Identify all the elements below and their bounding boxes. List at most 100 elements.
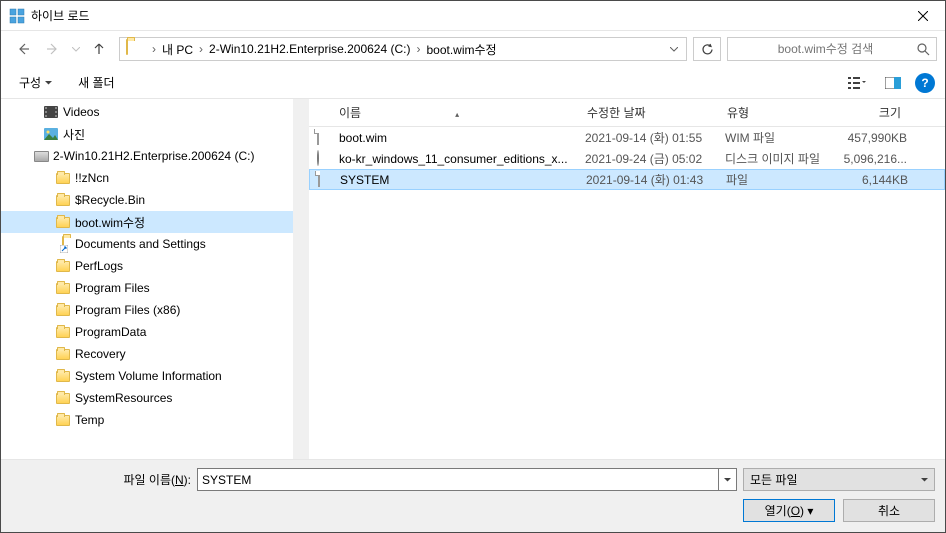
history-dropdown[interactable] — [69, 35, 83, 63]
tree-item[interactable]: Temp — [1, 409, 293, 431]
folder-icon — [126, 40, 144, 58]
file-name: ko-kr_windows_11_consumer_editions_x... — [339, 152, 585, 166]
tree-item[interactable]: 2-Win10.21H2.Enterprise.200624 (C:) — [1, 145, 293, 167]
file-size: 6,144KB — [826, 173, 916, 187]
file-icon — [318, 172, 334, 188]
file-date: 2021-09-14 (화) 01:55 — [585, 129, 725, 146]
close-button[interactable] — [900, 1, 945, 30]
chevron-right-icon[interactable]: › — [412, 42, 424, 56]
tree-label: Temp — [75, 413, 104, 427]
file-type: WIM 파일 — [725, 129, 825, 146]
column-size[interactable]: 크기 — [819, 104, 909, 121]
filetype-select[interactable]: 모든 파일 — [743, 468, 935, 491]
file-name: SYSTEM — [340, 173, 586, 187]
address-bar[interactable]: › 내 PC › 2-Win10.21H2.Enterprise.200624 … — [119, 37, 687, 61]
tree-item[interactable]: System Volume Information — [1, 365, 293, 387]
tree-item[interactable]: Recovery — [1, 343, 293, 365]
file-row[interactable]: boot.wim2021-09-14 (화) 01:55WIM 파일457,99… — [309, 127, 945, 148]
window-title: 하이브 로드 — [31, 7, 900, 24]
file-date: 2021-09-14 (화) 01:43 — [586, 171, 726, 188]
drive-icon — [33, 148, 49, 164]
tree-item[interactable]: !!zNcn — [1, 167, 293, 189]
video-icon — [43, 104, 59, 120]
disc-icon — [317, 151, 333, 167]
file-size: 457,990KB — [825, 131, 915, 145]
tree-label: System Volume Information — [75, 369, 222, 383]
column-type[interactable]: 유형 — [719, 104, 819, 121]
folder-icon — [55, 280, 71, 296]
tree-label: boot.wim수정 — [75, 214, 145, 231]
view-options-button[interactable] — [843, 71, 871, 95]
crumb-drive[interactable]: 2-Win10.21H2.Enterprise.200624 (C:) — [207, 42, 412, 56]
file-type: 디스크 이미지 파일 — [725, 150, 825, 167]
folder-icon — [55, 258, 71, 274]
tree-label: Program Files — [75, 281, 150, 295]
up-button[interactable] — [85, 35, 113, 63]
column-headers: 이름▴ 수정한 날짜 유형 크기 — [309, 99, 945, 127]
file-size: 5,096,216... — [825, 152, 915, 166]
file-row[interactable]: ko-kr_windows_11_consumer_editions_x...2… — [309, 148, 945, 169]
tree-item[interactable]: Program Files (x86) — [1, 299, 293, 321]
tree-label: $Recycle.Bin — [75, 193, 145, 207]
chevron-right-icon[interactable]: › — [148, 42, 160, 56]
folder-icon — [55, 302, 71, 318]
chevron-right-icon[interactable]: › — [195, 42, 207, 56]
folder-icon — [55, 390, 71, 406]
tree-item[interactable]: boot.wim수정 — [1, 211, 293, 233]
app-icon — [9, 8, 25, 24]
organize-menu[interactable]: 구성 — [11, 70, 60, 95]
tree-item[interactable]: Documents and Settings — [1, 233, 293, 255]
tree-label: PerfLogs — [75, 259, 123, 273]
breadcrumb: › 내 PC › 2-Win10.21H2.Enterprise.200624 … — [148, 41, 664, 58]
refresh-button[interactable] — [693, 37, 721, 61]
tree-label: Recovery — [75, 347, 126, 361]
tree-label: Documents and Settings — [75, 237, 206, 251]
tree-label: ProgramData — [75, 325, 146, 339]
tree-item[interactable]: Videos — [1, 101, 293, 123]
folder-icon — [55, 214, 71, 230]
search-input[interactable] — [734, 42, 917, 56]
search-box[interactable] — [727, 37, 937, 61]
tree-item[interactable]: 사진 — [1, 123, 293, 145]
tree-label: Videos — [63, 105, 99, 119]
filename-label: 파일 이름(N): — [11, 471, 191, 488]
tree-item[interactable]: SystemResources — [1, 387, 293, 409]
tree-label: 2-Win10.21H2.Enterprise.200624 (C:) — [53, 149, 254, 163]
back-button[interactable] — [9, 35, 37, 63]
open-button[interactable]: 열기(O) ▾ — [743, 499, 835, 522]
file-list: 이름▴ 수정한 날짜 유형 크기 boot.wim2021-09-14 (화) … — [309, 99, 945, 459]
file-row[interactable]: SYSTEM2021-09-14 (화) 01:43파일6,144KB — [309, 169, 945, 190]
folder-icon — [55, 368, 71, 384]
filename-input[interactable] — [197, 468, 719, 491]
file-date: 2021-09-24 (금) 05:02 — [585, 150, 725, 167]
crumb-folder[interactable]: boot.wim수정 — [424, 41, 498, 58]
file-type: 파일 — [726, 171, 826, 188]
scrollbar[interactable] — [293, 99, 309, 459]
folder-icon — [55, 192, 71, 208]
footer: 파일 이름(N): 모든 파일 열기(O) ▾ 취소 — [1, 459, 945, 532]
cancel-button[interactable]: 취소 — [843, 499, 935, 522]
new-folder-button[interactable]: 새 폴더 — [70, 70, 122, 95]
tree-label: Program Files (x86) — [75, 303, 180, 317]
tree-label: SystemResources — [75, 391, 172, 405]
preview-pane-button[interactable] — [879, 71, 907, 95]
folder-icon — [55, 346, 71, 362]
filename-dropdown[interactable] — [719, 468, 737, 491]
tree-item[interactable]: Program Files — [1, 277, 293, 299]
tree-item[interactable]: PerfLogs — [1, 255, 293, 277]
tree-item[interactable]: ProgramData — [1, 321, 293, 343]
column-date[interactable]: 수정한 날짜 — [579, 104, 719, 121]
navigation-tree[interactable]: Videos 사진 2-Win10.21H2.Enterprise.200624 (… — [1, 99, 293, 459]
shortcut-icon — [55, 236, 71, 252]
crumb-pc[interactable]: 내 PC — [160, 41, 195, 58]
column-name[interactable]: 이름▴ — [309, 104, 579, 121]
pictures-icon — [43, 126, 59, 142]
folder-icon — [55, 324, 71, 340]
address-dropdown[interactable] — [664, 47, 684, 52]
help-button[interactable]: ? — [915, 73, 935, 93]
tree-label: 사진 — [63, 126, 85, 143]
folder-icon — [55, 170, 71, 186]
tree-item[interactable]: $Recycle.Bin — [1, 189, 293, 211]
file-icon — [317, 130, 333, 146]
forward-button[interactable] — [39, 35, 67, 63]
